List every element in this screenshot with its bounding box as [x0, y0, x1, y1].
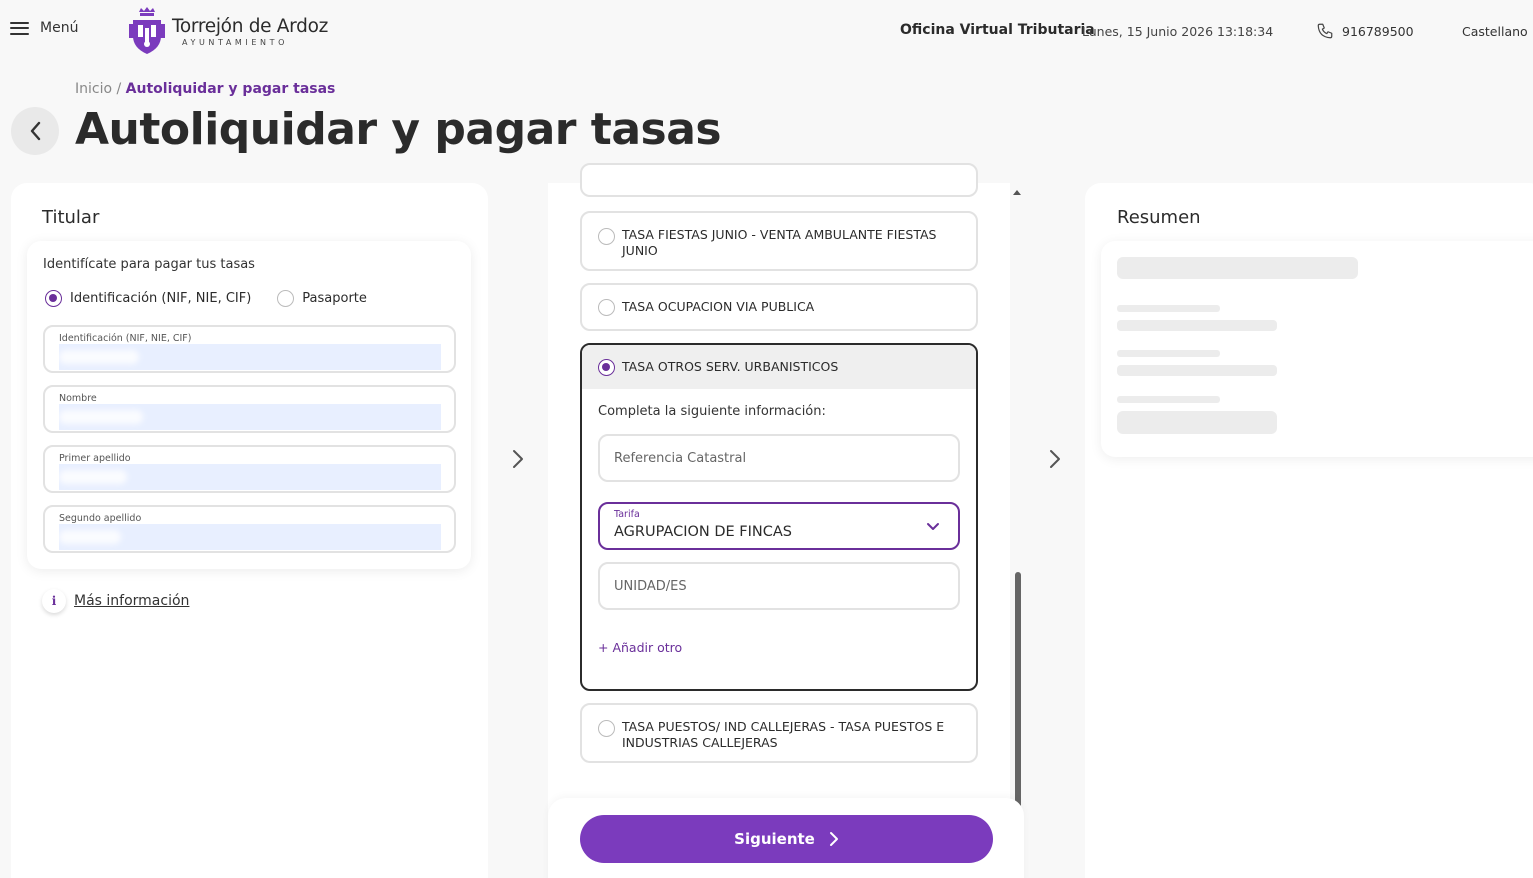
field-label: Identificación (NIF, NIE, CIF) — [59, 333, 192, 344]
top-header: Menú Torrejón de Ardoz AYUNTAMIENTO Ofic… — [0, 0, 1533, 62]
radio-label: Identificación (NIF, NIE, CIF) — [70, 291, 252, 306]
identification-card: Identifícate para pagar tus tasas Identi… — [27, 241, 471, 569]
skeleton-line — [1117, 396, 1220, 403]
identificacion-field[interactable]: Identificación (NIF, NIE, CIF) — [43, 325, 456, 373]
form-intro: Completa la siguiente información: — [598, 404, 826, 419]
tasa-option-label: TASA OCUPACION VIA PUBLICA — [622, 299, 815, 314]
select-value: AGRUPACION DE FINCAS — [614, 524, 792, 540]
skeleton-line — [1117, 411, 1277, 434]
tarifa-select[interactable]: Tarifa AGRUPACION DE FINCAS — [598, 502, 960, 550]
tasa-option-selected[interactable]: TASA OTROS SERV. URBANISTICOS Completa l… — [580, 343, 978, 691]
ayuntamiento-logo[interactable]: Torrejón de Ardoz AYUNTAMIENTO — [127, 6, 328, 56]
chevron-right-icon — [1047, 447, 1063, 471]
autofill-value — [59, 524, 441, 550]
skeleton-line — [1117, 257, 1358, 279]
segundo-apellido-field[interactable]: Segundo apellido — [43, 505, 456, 553]
radio-identificacion[interactable]: Identificación (NIF, NIE, CIF) — [45, 290, 251, 307]
tasas-panel: TASA FIESTAS JUNIO - VENTA AMBULANTE FIE… — [548, 163, 1010, 878]
radio-unchecked-icon — [598, 720, 615, 737]
chevron-right-icon — [829, 832, 838, 846]
tasa-option-label: TASA OTROS SERV. URBANISTICOS — [622, 359, 839, 374]
nombre-field[interactable]: Nombre — [43, 385, 456, 433]
logo-name: Torrejón de Ardoz — [172, 15, 329, 37]
skeleton-line — [1117, 320, 1277, 331]
menu-button[interactable]: Menú — [10, 20, 78, 36]
next-button[interactable]: Siguiente — [580, 815, 993, 863]
add-other-link[interactable]: + Añadir otro — [598, 640, 682, 655]
skeleton-line — [1117, 305, 1220, 312]
input-placeholder: UNIDAD/ES — [614, 579, 687, 594]
resumen-title: Resumen — [1117, 207, 1201, 228]
radio-unchecked-icon — [598, 228, 615, 245]
radio-unchecked-icon — [277, 290, 295, 307]
input-placeholder: Referencia Catastral — [614, 451, 747, 466]
next-button-label: Siguiente — [734, 830, 815, 848]
radio-pasaporte[interactable]: Pasaporte — [277, 290, 367, 307]
breadcrumb: Inicio / Autoliquidar y pagar tasas — [75, 81, 335, 97]
scrollbar-thumb[interactable] — [1015, 572, 1021, 808]
tasa-option[interactable]: TASA PUESTOS/ IND CALLEJERAS - TASA PUES… — [580, 703, 978, 763]
identification-intro: Identifícate para pagar tus tasas — [43, 257, 255, 272]
titular-panel: Titular Identifícate para pagar tus tasa… — [11, 183, 488, 878]
resumen-panel: Resumen — [1085, 183, 1533, 878]
id-type-radio-group: Identificación (NIF, NIE, CIF) Pasaporte — [45, 290, 367, 307]
tasa-option[interactable]: TASA FIESTAS JUNIO - VENTA AMBULANTE FIE… — [580, 211, 978, 271]
radio-unchecked-icon — [598, 299, 615, 316]
more-info-label: Más información — [74, 593, 190, 609]
breadcrumb-current: Autoliquidar y pagar tasas — [125, 81, 336, 97]
language-selector[interactable]: Castellano — [1462, 24, 1528, 39]
autofill-value — [59, 404, 441, 430]
unidades-input[interactable]: UNIDAD/ES — [598, 562, 960, 610]
coat-of-arms-icon — [129, 7, 165, 54]
autofill-value — [59, 344, 441, 370]
info-icon: i — [42, 589, 66, 613]
hamburger-icon — [10, 21, 29, 35]
radio-label: Pasaporte — [302, 291, 367, 306]
referencia-catastral-input[interactable]: Referencia Catastral — [598, 434, 960, 482]
scroll-up-icon[interactable] — [1012, 188, 1022, 196]
chevron-right-icon — [510, 447, 526, 471]
skeleton-line — [1117, 350, 1220, 357]
select-label: Tarifa — [614, 509, 640, 520]
breadcrumb-home[interactable]: Inicio — [75, 81, 112, 97]
more-info-link[interactable]: i Más información — [42, 589, 189, 613]
tasa-option-label: TASA FIESTAS JUNIO - VENTA AMBULANTE FIE… — [622, 227, 937, 258]
autofill-value — [59, 464, 441, 490]
phone-number: 916789500 — [1342, 23, 1414, 39]
breadcrumb-separator: / — [116, 81, 122, 97]
primer-apellido-field[interactable]: Primer apellido — [43, 445, 456, 493]
back-button[interactable] — [11, 107, 59, 155]
phone-link[interactable]: 916789500 — [1316, 22, 1414, 40]
tasa-option-label: TASA PUESTOS/ IND CALLEJERAS - TASA PUES… — [622, 719, 945, 750]
field-label: Nombre — [59, 393, 97, 404]
phone-icon — [1317, 23, 1333, 39]
tasa-option-previous[interactable] — [580, 163, 978, 197]
field-label: Segundo apellido — [59, 513, 142, 524]
field-label: Primer apellido — [59, 453, 131, 464]
chevron-left-icon — [30, 121, 41, 141]
page-title: Autoliquidar y pagar tasas — [75, 104, 722, 155]
titular-title: Titular — [42, 207, 100, 228]
radio-checked-icon — [45, 290, 62, 307]
logo-subtitle: AYUNTAMIENTO — [182, 37, 289, 47]
skeleton-line — [1117, 365, 1277, 376]
datetime: Lunes, 15 Junio 2026 13:18:34 — [1082, 24, 1274, 39]
office-title: Oficina Virtual Tributaria — [900, 22, 1095, 38]
tasa-option[interactable]: TASA OCUPACION VIA PUBLICA — [580, 283, 978, 331]
menu-label: Menú — [40, 20, 79, 36]
radio-checked-icon — [598, 359, 615, 376]
summary-loading-card — [1101, 241, 1533, 457]
chevron-down-icon — [927, 523, 939, 530]
